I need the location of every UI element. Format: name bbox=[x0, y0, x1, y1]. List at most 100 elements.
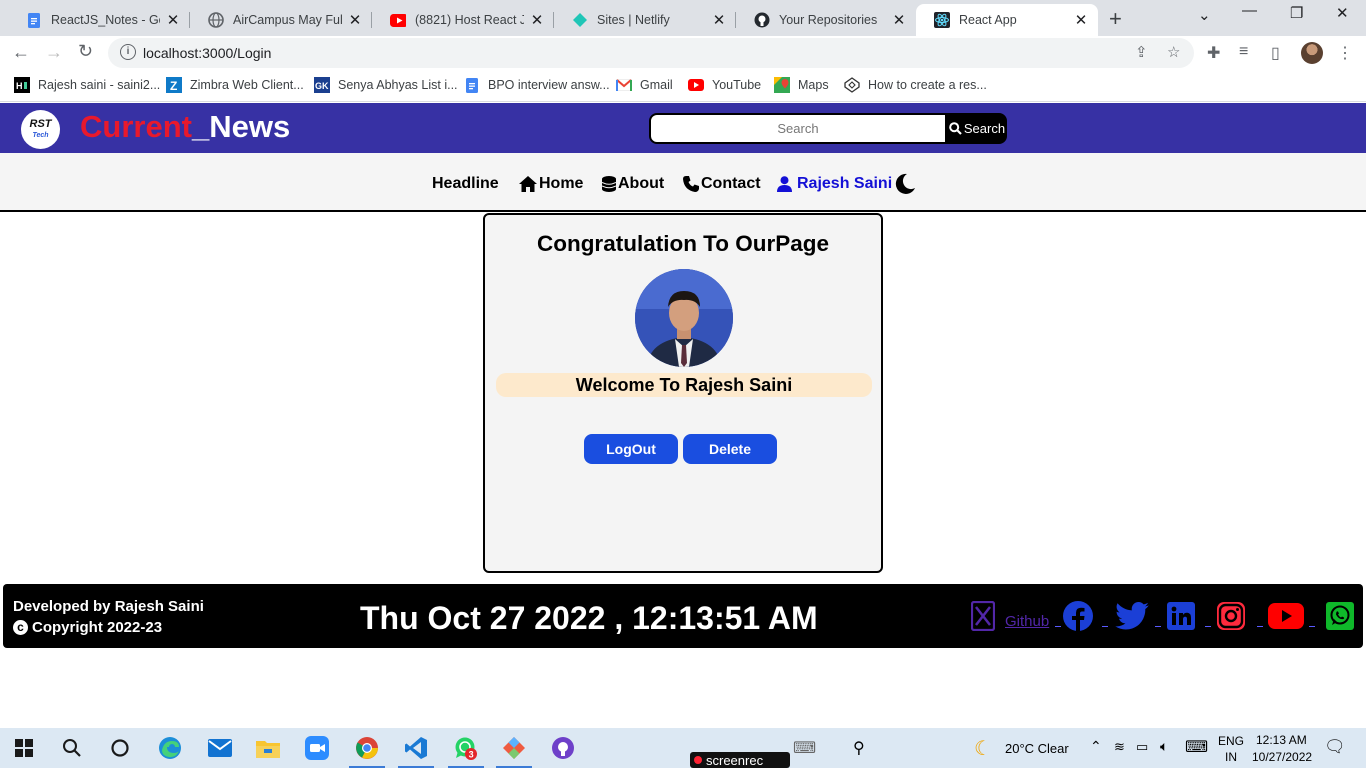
maps-icon bbox=[774, 77, 790, 93]
bookmark-zimbra[interactable]: Z Zimbra Web Client... bbox=[166, 77, 304, 93]
bookmark-rajesh[interactable]: H Rajesh saini - saini2... bbox=[14, 77, 160, 93]
bookmarks-bar: H Rajesh saini - saini2... Z Zimbra Web … bbox=[0, 70, 1366, 102]
mail-icon[interactable] bbox=[208, 736, 232, 760]
nav-user-profile[interactable]: Rajesh Saini bbox=[777, 175, 892, 193]
brand-title[interactable]: Current_News bbox=[80, 109, 290, 145]
reload-icon[interactable]: ↻ bbox=[78, 41, 93, 62]
window-close-icon[interactable]: ✕ bbox=[1336, 4, 1349, 22]
nav-about-label: About bbox=[618, 175, 664, 193]
extensions-puzzle-icon[interactable]: ✚ bbox=[1207, 43, 1220, 63]
screenrec-label: screenrec bbox=[706, 753, 763, 768]
site-info-icon[interactable]: i bbox=[120, 44, 136, 60]
restore-icon[interactable]: ❐ bbox=[1290, 4, 1303, 22]
minimize-icon[interactable]: — bbox=[1242, 2, 1257, 19]
nav-home[interactable]: Home bbox=[519, 175, 583, 193]
record-dot-icon bbox=[694, 756, 702, 764]
tab-search-chevron-icon[interactable]: ⌄ bbox=[1198, 6, 1211, 24]
close-icon[interactable]: ✕ bbox=[1074, 11, 1088, 29]
keyboard-icon[interactable]: ⌨ bbox=[1185, 737, 1208, 757]
search-icon[interactable] bbox=[60, 736, 84, 760]
people-icon[interactable]: ⚲ bbox=[853, 738, 865, 758]
search-input[interactable] bbox=[649, 113, 947, 144]
instagram-icon[interactable] bbox=[1217, 600, 1245, 632]
whatsapp-taskbar-icon[interactable]: 3 bbox=[454, 736, 478, 760]
main-nav: Headline Home About Contact Rajesh Saini bbox=[0, 153, 1366, 212]
volume-icon[interactable]: 🔈︎ bbox=[1160, 738, 1168, 755]
tab-aircampus[interactable]: AirCampus May Full St ✕ bbox=[190, 4, 372, 36]
close-icon[interactable]: ✕ bbox=[348, 11, 362, 29]
media-queue-icon[interactable]: ≡ bbox=[1239, 43, 1248, 61]
link-underline bbox=[1102, 626, 1108, 627]
bookmark-senya[interactable]: GK Senya Abhyas List i... bbox=[314, 77, 458, 93]
weather-moon-icon[interactable]: ☾ bbox=[974, 736, 992, 761]
forward-arrow-icon[interactable]: → bbox=[45, 42, 63, 63]
youtube-icon[interactable] bbox=[1268, 600, 1304, 632]
tab-youtube[interactable]: (8821) Host React JS W ✕ bbox=[372, 4, 554, 36]
git-tool-icon[interactable] bbox=[502, 736, 526, 760]
notifications-icon[interactable]: 🗨︎ bbox=[1324, 737, 1346, 757]
task-view-icon[interactable] bbox=[108, 736, 132, 760]
dark-mode-moon-icon[interactable] bbox=[894, 173, 916, 195]
tab-react-app[interactable]: React App ✕ bbox=[916, 4, 1098, 36]
home-icon bbox=[519, 176, 537, 192]
share-icon[interactable]: ⇪ bbox=[1135, 43, 1148, 61]
linkedin-icon[interactable] bbox=[1167, 600, 1195, 632]
back-arrow-icon[interactable]: ← bbox=[12, 42, 30, 63]
close-icon[interactable]: ✕ bbox=[530, 11, 544, 29]
github-link[interactable]: Github bbox=[1005, 613, 1049, 630]
logout-button[interactable]: LogOut bbox=[584, 434, 678, 464]
tab-react-notes[interactable]: ReactJS_Notes - Goog ✕ bbox=[8, 4, 190, 36]
tray-chevron-icon[interactable]: ⌃ bbox=[1090, 738, 1102, 755]
language-region[interactable]: IN bbox=[1225, 750, 1237, 764]
vscode-icon[interactable] bbox=[404, 736, 428, 760]
twitter-icon[interactable] bbox=[1115, 600, 1149, 632]
clock-date[interactable]: 10/27/2022 bbox=[1252, 750, 1312, 764]
chrome-icon[interactable] bbox=[355, 736, 379, 760]
file-explorer-icon[interactable] bbox=[256, 736, 280, 760]
search-button[interactable]: Search bbox=[947, 113, 1007, 144]
screenrec-overlay[interactable]: screenrec bbox=[690, 752, 790, 768]
touch-keyboard-icon[interactable]: ⌨ bbox=[793, 738, 816, 758]
google-docs-icon bbox=[26, 12, 42, 28]
language-code[interactable]: ENG bbox=[1218, 734, 1244, 748]
bookmark-star-icon[interactable]: ☆ bbox=[1167, 43, 1180, 61]
bookmark-bpo[interactable]: BPO interview answ... bbox=[464, 77, 610, 93]
github-desktop-icon[interactable] bbox=[551, 736, 575, 760]
side-panel-icon[interactable]: ▯ bbox=[1271, 43, 1280, 63]
menu-kebab-icon[interactable]: ⋮ bbox=[1337, 43, 1353, 63]
close-icon[interactable]: ✕ bbox=[712, 11, 726, 29]
github-icon bbox=[754, 12, 770, 28]
windows-start-icon[interactable] bbox=[12, 736, 36, 760]
tab-github[interactable]: Your Repositories ✕ bbox=[736, 4, 916, 36]
close-icon[interactable]: ✕ bbox=[892, 11, 906, 29]
url-text[interactable]: localhost:3000/Login bbox=[143, 45, 271, 61]
weather-text[interactable]: 20°C Clear bbox=[1005, 741, 1069, 756]
facebook-icon[interactable] bbox=[1062, 600, 1094, 632]
nav-contact[interactable]: Contact bbox=[683, 175, 761, 193]
bookmark-how-to[interactable]: How to create a res... bbox=[844, 77, 987, 93]
close-icon[interactable]: ✕ bbox=[166, 11, 180, 29]
bookmark-gmail[interactable]: Gmail bbox=[616, 77, 673, 93]
bookmark-youtube[interactable]: YouTube bbox=[688, 77, 761, 93]
edge-browser-icon[interactable] bbox=[158, 736, 182, 760]
zimbra-icon: Z bbox=[166, 77, 182, 93]
whatsapp-icon[interactable] bbox=[1326, 600, 1354, 632]
nav-headline[interactable]: Headline bbox=[432, 175, 499, 193]
wifi-icon[interactable]: ≋ bbox=[1114, 739, 1125, 755]
bookmark-maps[interactable]: Maps bbox=[774, 77, 829, 93]
zoom-icon[interactable] bbox=[305, 736, 329, 760]
github-logo-icon[interactable] bbox=[971, 600, 995, 632]
app-footer: Developed by Rajesh Saini c Copyright 20… bbox=[3, 584, 1363, 648]
database-icon bbox=[602, 176, 616, 192]
link-underline bbox=[1309, 626, 1315, 627]
omnibox[interactable]: i localhost:3000/Login ⇪ ☆ bbox=[108, 38, 1194, 68]
new-tab-button[interactable]: + bbox=[1109, 6, 1122, 32]
profile-avatar[interactable] bbox=[1301, 42, 1323, 64]
nav-about[interactable]: About bbox=[602, 175, 664, 193]
bookmark-label: How to create a res... bbox=[868, 78, 987, 92]
tab-netlify[interactable]: Sites | Netlify ✕ bbox=[554, 4, 736, 36]
battery-icon[interactable]: ▭ bbox=[1136, 739, 1148, 755]
delete-button[interactable]: Delete bbox=[683, 434, 777, 464]
site-logo[interactable]: RST Tech bbox=[21, 110, 60, 149]
clock-time[interactable]: 12:13 AM bbox=[1256, 733, 1307, 747]
